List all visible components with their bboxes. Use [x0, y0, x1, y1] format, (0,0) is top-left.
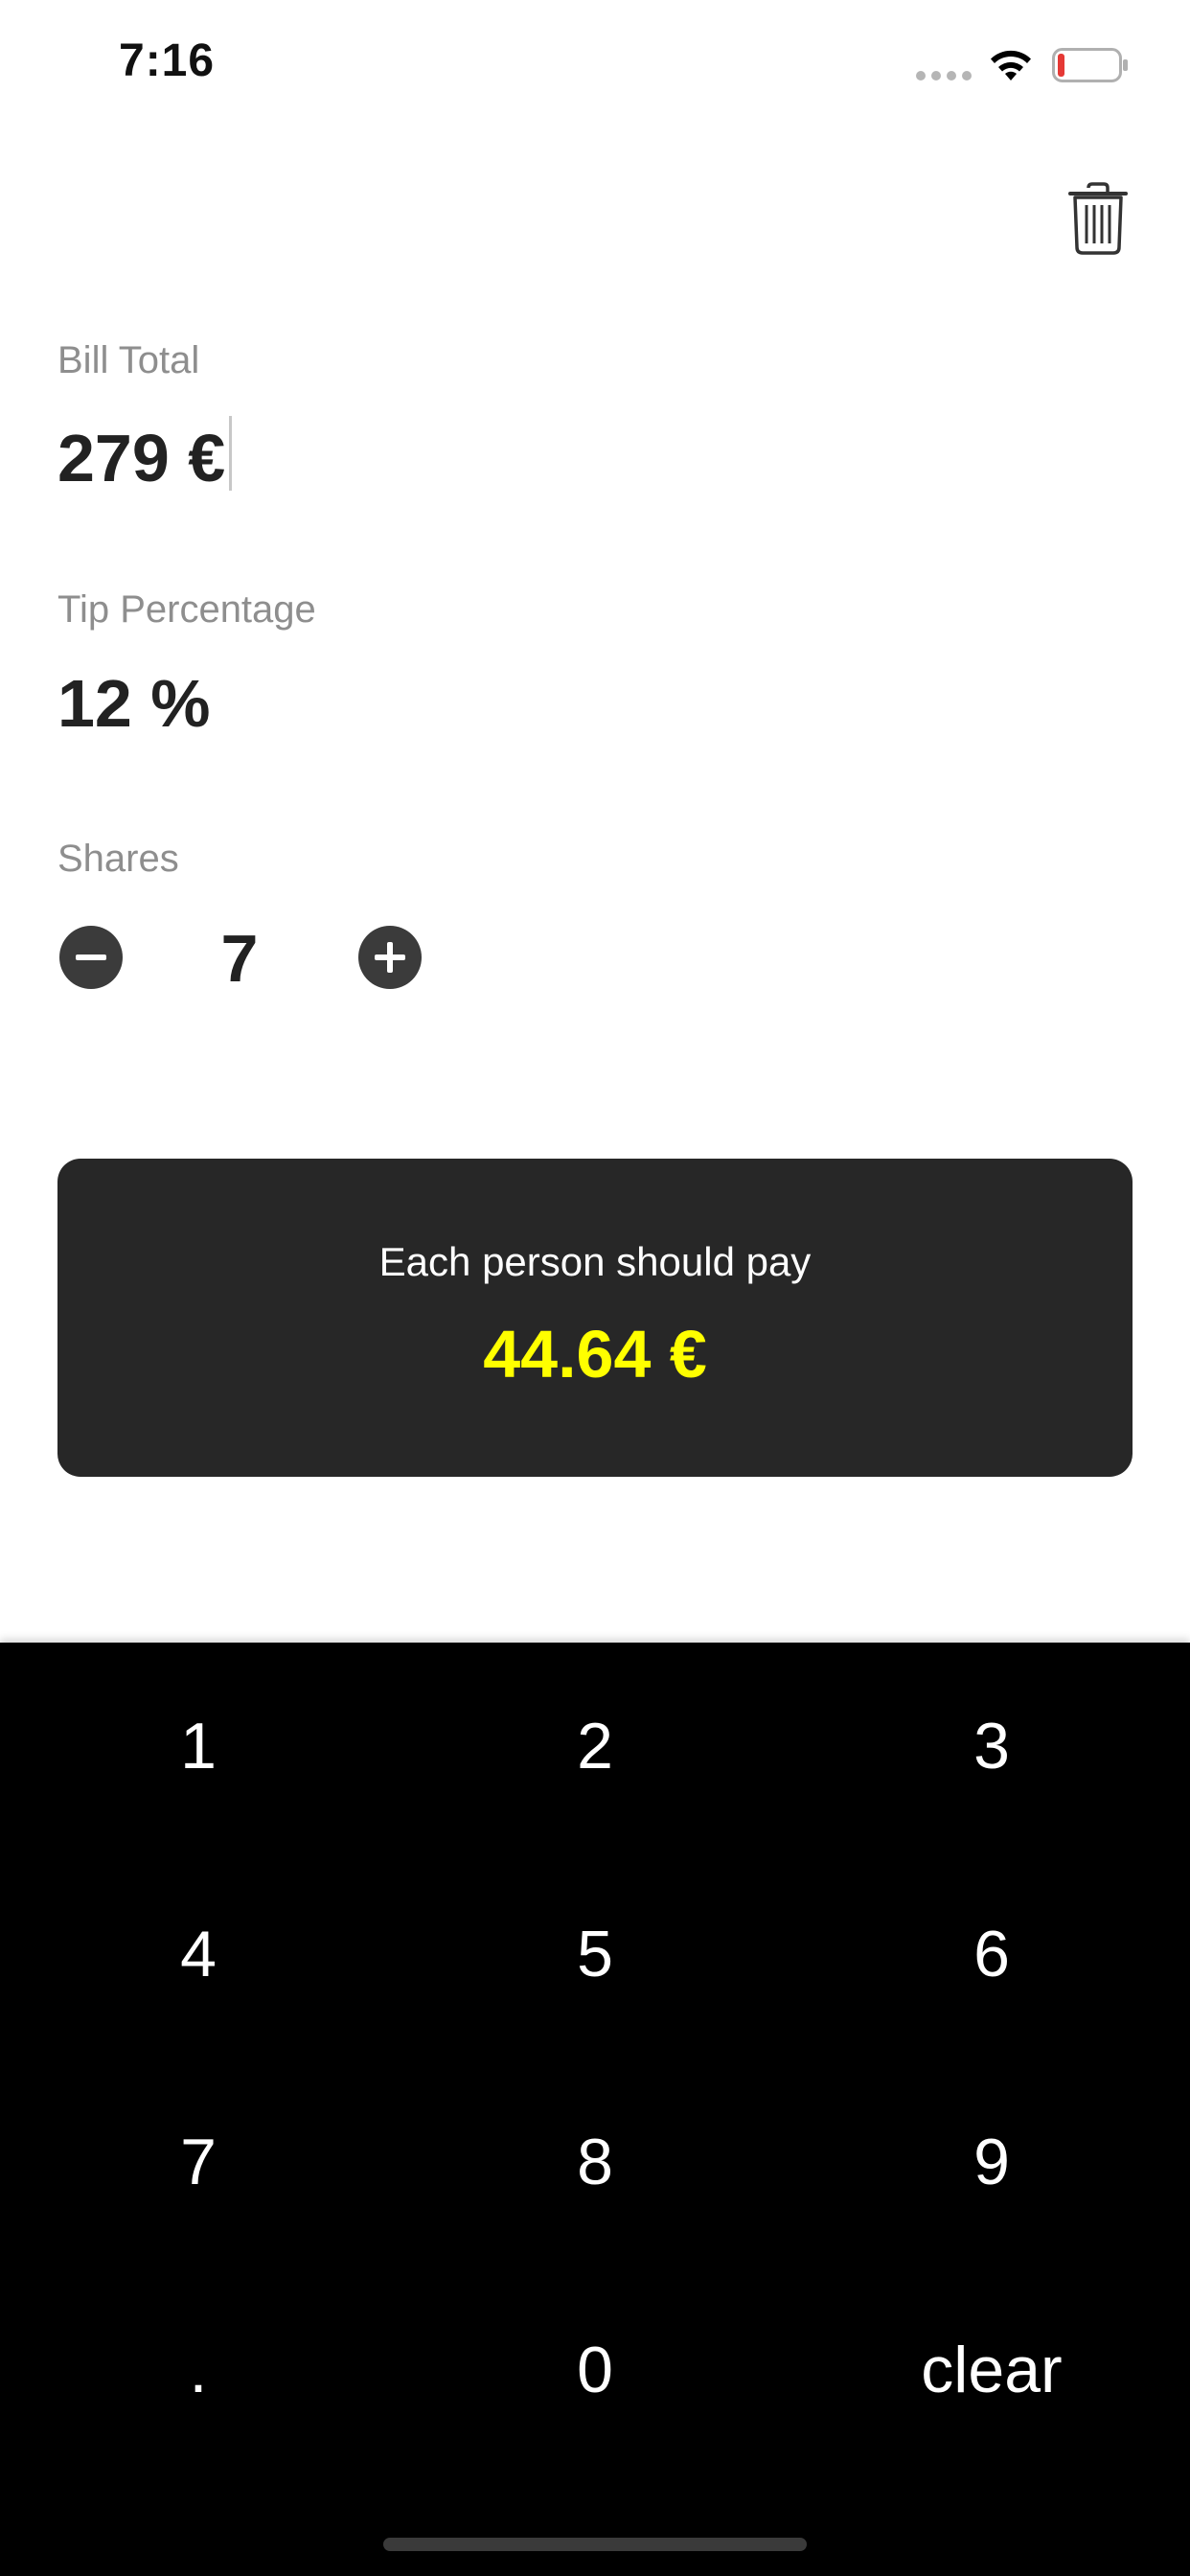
status-bar: 7:16 — [0, 0, 1190, 125]
key-0[interactable]: 0 — [397, 2266, 793, 2474]
result-label: Each person should pay — [378, 1239, 812, 1284]
shares-label: Shares — [57, 838, 179, 880]
key-1[interactable]: 1 — [0, 1643, 397, 1851]
tip-calculator-screen: 7:16 Bill Total 279 € Tip Percentage 12 … — [0, 0, 1190, 2576]
battery-icon — [1052, 48, 1128, 82]
key-6[interactable]: 6 — [793, 1851, 1190, 2058]
trash-icon[interactable] — [1067, 182, 1129, 255]
status-time: 7:16 — [119, 35, 216, 86]
cellular-signal-icon — [916, 71, 972, 80]
wifi-icon — [991, 50, 1031, 80]
key-clear[interactable]: clear — [793, 2266, 1190, 2474]
key-2[interactable]: 2 — [397, 1643, 793, 1851]
minus-circle-icon — [76, 954, 106, 960]
tip-percentage-label: Tip Percentage — [57, 588, 316, 631]
increase-shares-button[interactable] — [358, 926, 422, 989]
decrease-shares-button[interactable] — [59, 926, 123, 989]
key-3[interactable]: 3 — [793, 1643, 1190, 1851]
key-9[interactable]: 9 — [793, 2058, 1190, 2266]
numeric-keypad: 1 2 3 4 5 6 7 8 9 . 0 clear — [0, 1643, 1190, 2576]
bill-total-field[interactable]: 279 € — [57, 416, 233, 496]
text-cursor — [229, 416, 233, 491]
key-decimal[interactable]: . — [0, 2266, 397, 2474]
bill-total-value: 279 € — [57, 421, 226, 495]
bill-total-label: Bill Total — [57, 339, 200, 381]
key-5[interactable]: 5 — [397, 1851, 793, 2058]
key-8[interactable]: 8 — [397, 2058, 793, 2266]
key-4[interactable]: 4 — [0, 1851, 397, 2058]
key-7[interactable]: 7 — [0, 2058, 397, 2266]
result-card: Each person should pay 44.64 € — [57, 1159, 1133, 1477]
per-person-amount: 44.64 € — [483, 1317, 707, 1392]
home-indicator — [383, 2538, 807, 2551]
shares-count: 7 — [220, 921, 259, 996]
tip-percentage-field[interactable]: 12 % — [57, 665, 211, 742]
